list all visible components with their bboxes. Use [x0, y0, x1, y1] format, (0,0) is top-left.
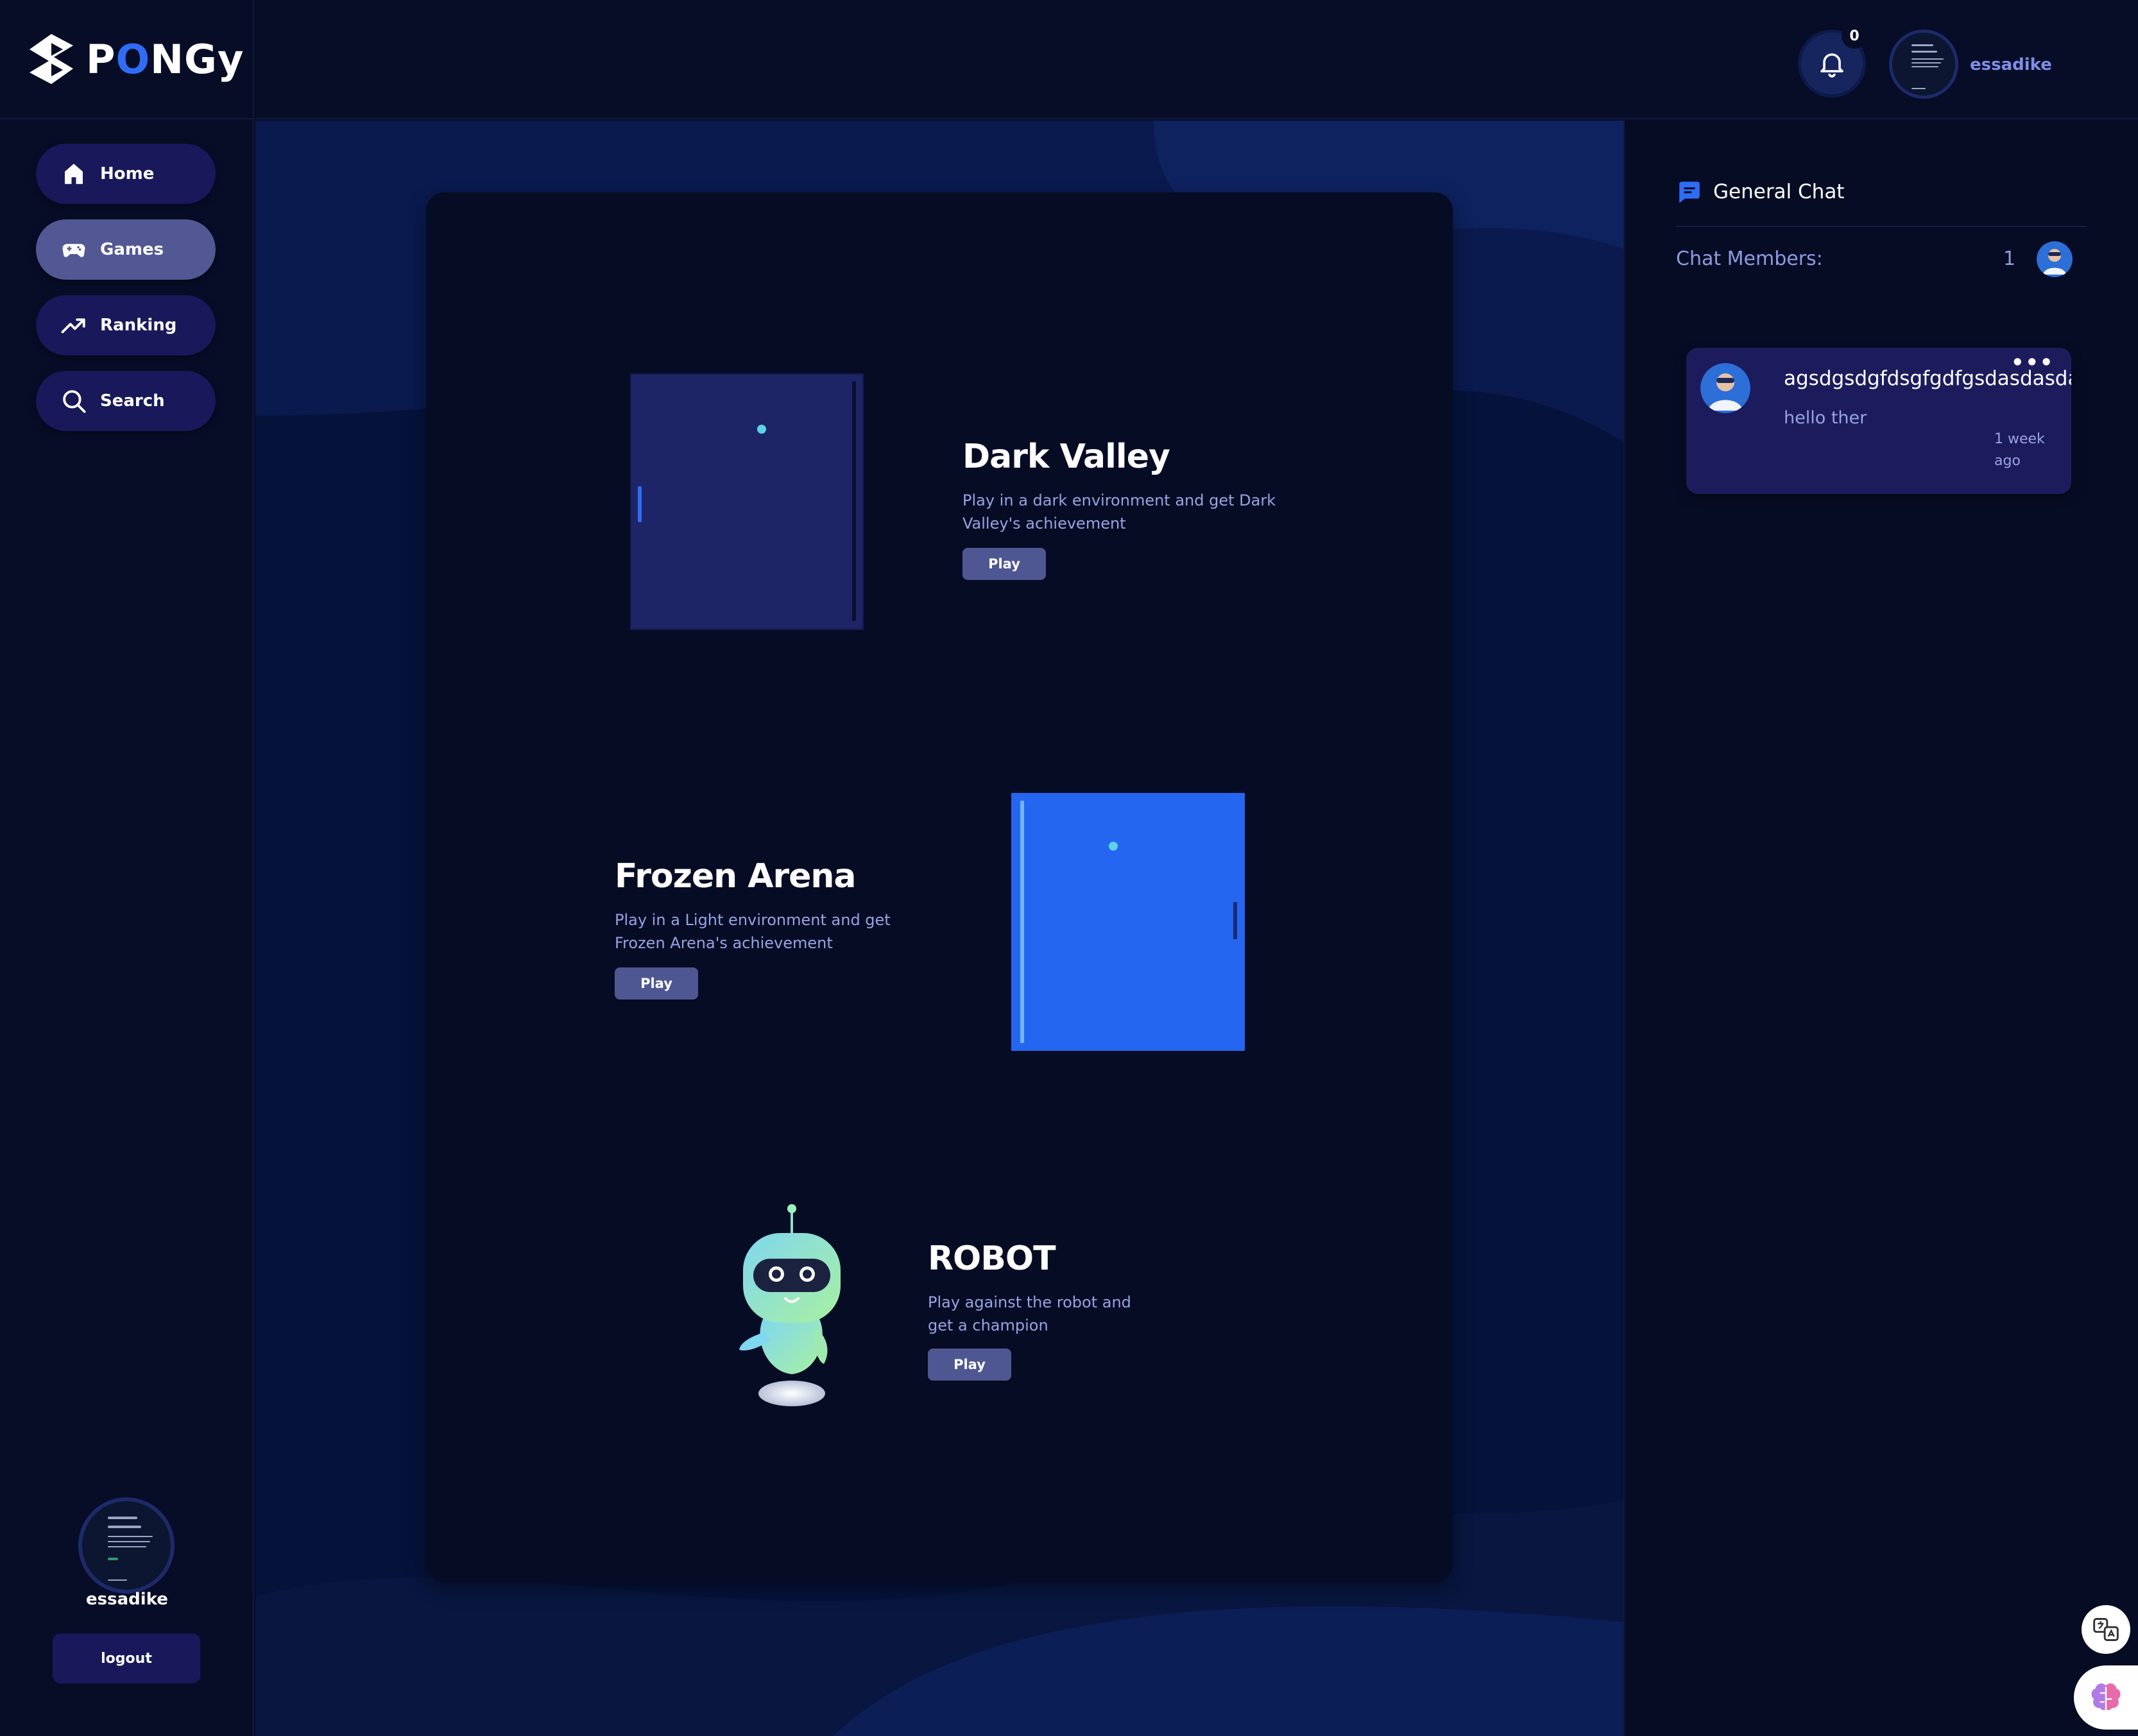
sidebar-item-home[interactable]: Home	[36, 144, 216, 204]
logo[interactable]: PONGy	[0, 0, 254, 119]
avatar[interactable]	[78, 1497, 175, 1594]
person-avatar-icon	[2037, 241, 2073, 277]
chat-header: General Chat	[1676, 178, 1844, 205]
bell-icon	[1820, 53, 1843, 78]
translate-icon	[2093, 1618, 2119, 1641]
game-description-dark-valley: Play in a dark environment and get Dark …	[962, 491, 1276, 532]
right-paddle	[852, 381, 856, 621]
pongy-logo-icon	[30, 34, 73, 84]
sidebar-item-label: Games	[100, 240, 164, 259]
translate-button[interactable]	[2082, 1605, 2130, 1654]
sidebar-item-label: Home	[100, 164, 155, 183]
chat-bubble-icon	[1679, 182, 1700, 203]
chat-message[interactable]: agsdgsdgfdsgfgdfgsdasdasdadasdasd hello …	[1686, 348, 2071, 494]
frozen-arena-preview[interactable]	[1011, 793, 1245, 1051]
chat-panel: General Chat Chat Members: 1 agsdgsdgfds…	[1623, 121, 2138, 1736]
sidebar-username: essadike	[86, 1590, 168, 1609]
game-description-frozen-arena: Play in a Light environment and get Froz…	[615, 911, 891, 952]
play-button-robot[interactable]: Play	[928, 1349, 1011, 1381]
brain-icon	[2091, 1683, 2121, 1710]
game-title-dark-valley: Dark Valley	[962, 438, 1170, 476]
assistant-button[interactable]	[2074, 1665, 2138, 1730]
sidebar-item-games[interactable]: Games	[36, 219, 216, 280]
game-title-robot: ROBOT	[928, 1239, 1056, 1278]
ball	[1109, 842, 1118, 851]
logo-text: PONGy	[86, 35, 244, 83]
sidebar-item-search[interactable]: Search	[36, 371, 216, 431]
dark-valley-preview[interactable]	[630, 373, 864, 630]
sidebar-item-label: Ranking	[100, 316, 177, 335]
search-icon	[63, 390, 86, 413]
chat-members-label: Chat Members:	[1676, 248, 1823, 270]
message-text: hello ther	[1784, 408, 1867, 428]
home-icon	[65, 164, 83, 184]
person-avatar-icon	[1700, 363, 1750, 413]
game-title-frozen-arena: Frozen Arena	[615, 857, 856, 896]
member-avatar[interactable]	[2037, 241, 2073, 277]
user-avatar[interactable]	[1889, 30, 1958, 99]
gamepad-icon	[62, 244, 85, 257]
more-options-icon[interactable]: •••	[2011, 350, 2054, 375]
notification-count-badge: 0	[1842, 23, 1867, 49]
play-button-dark-valley[interactable]: Play	[962, 548, 1046, 580]
sidebar-item-label: Search	[100, 391, 165, 411]
ball	[757, 425, 766, 434]
chat-title: General Chat	[1713, 180, 1845, 203]
sidebar: PONGy Home Games Ranking Search essadike…	[0, 0, 254, 1736]
left-paddle	[1020, 801, 1024, 1043]
header-username[interactable]: essadike	[1970, 55, 2052, 74]
right-paddle	[1233, 902, 1237, 939]
play-button-frozen-arena[interactable]: Play	[615, 967, 698, 1000]
sidebar-item-ranking[interactable]: Ranking	[36, 295, 216, 355]
robot-mascot[interactable]	[728, 1204, 856, 1409]
chat-members-count: 1	[2003, 248, 2016, 270]
divider	[1676, 226, 2087, 227]
app: PONGy Home Games Ranking Search essadike…	[0, 0, 2138, 1736]
message-avatar[interactable]	[1700, 363, 1750, 413]
game-description-robot: Play against the robot and get a champio…	[928, 1293, 1131, 1334]
trending-up-icon	[61, 318, 85, 334]
logout-button[interactable]: logout	[53, 1633, 200, 1683]
left-paddle	[638, 486, 642, 522]
message-time: 1 week ago	[1994, 431, 2045, 469]
